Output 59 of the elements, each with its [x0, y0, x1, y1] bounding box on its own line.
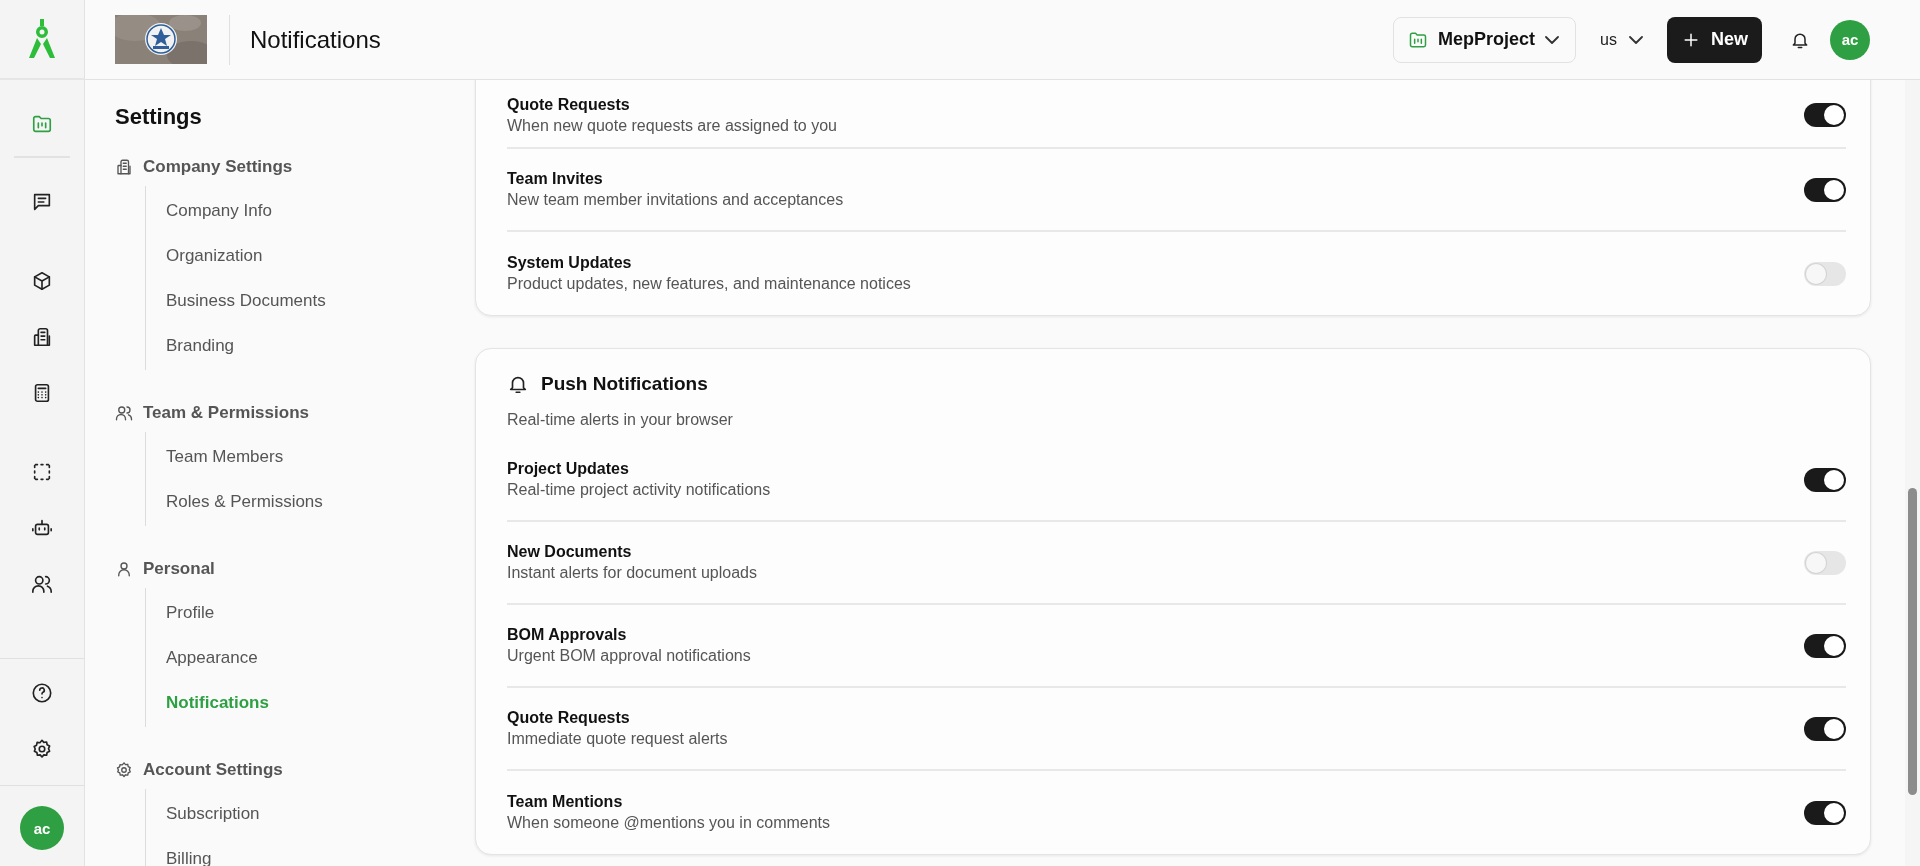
setting-description: Immediate quote request alerts	[507, 730, 728, 748]
setting-description: Real-time project activity notifications	[507, 481, 771, 499]
toggle-switch[interactable]	[1804, 716, 1846, 741]
logo-icon	[27, 19, 57, 59]
sidebar-item[interactable]: Appearance	[166, 635, 258, 680]
setting-title: BOM Approvals	[507, 626, 627, 644]
region-selector[interactable]: us	[1596, 26, 1647, 53]
sidebar-item[interactable]: Branding	[166, 323, 235, 368]
setting-description: When someone @mentions you in comments	[507, 814, 831, 832]
sidebar-item[interactable]: Company Info	[166, 188, 272, 233]
setting-title: Project Updates	[507, 460, 629, 478]
toggle-switch[interactable]	[1804, 177, 1846, 202]
setting-title: Quote Requests	[507, 709, 630, 727]
sidebar-item[interactable]: Organization	[166, 233, 263, 278]
settings-icon	[31, 738, 53, 760]
scrollbar[interactable]	[1905, 80, 1920, 866]
setting-title: Team Mentions	[507, 793, 623, 811]
toggle-switch[interactable]	[1804, 550, 1846, 575]
help-icon	[31, 682, 53, 704]
folder-chart-icon	[31, 113, 53, 135]
chevron-down-icon	[1629, 35, 1643, 44]
sidebar-item[interactable]: Subscription	[166, 791, 260, 836]
toggle-switch[interactable]	[1804, 103, 1846, 127]
project-selector[interactable]: MepProject	[1393, 16, 1577, 63]
setting-description: Urgent BOM approval notifications	[507, 647, 751, 665]
chevron-down-icon	[1545, 35, 1560, 44]
toggle-switch[interactable]	[1804, 261, 1846, 286]
section-heading: Personal	[143, 559, 215, 579]
building-icon	[115, 158, 133, 176]
new-button[interactable]: New	[1667, 16, 1762, 63]
setting-title: Team Invites	[507, 170, 603, 188]
settings-icon	[115, 761, 133, 779]
sidebar-item[interactable]: Team Members	[166, 434, 284, 479]
cube-icon	[31, 270, 53, 292]
page-title: Notifications	[250, 25, 381, 54]
setting-description: Instant alerts for document uploads	[507, 564, 757, 582]
sidebar-title: Settings	[115, 104, 203, 130]
setting-description: Product updates, new features, and maintenance notices	[507, 275, 911, 293]
setting-description: When new quote requests are assigned to you	[507, 116, 837, 135]
user-icon	[115, 560, 133, 578]
toggle-switch[interactable]	[1804, 633, 1846, 658]
users-icon	[31, 573, 53, 595]
sidebar-item[interactable]: Profile	[166, 590, 215, 635]
sidebar-item[interactable]: Business Documents	[166, 278, 326, 323]
setting-title: New Documents	[507, 543, 632, 561]
toggle-switch[interactable]	[1804, 800, 1846, 825]
setting-title: Quote Requests	[507, 95, 630, 114]
setting-description: New team member invitations and acceptances	[507, 191, 844, 209]
toggle-switch[interactable]	[1804, 467, 1846, 492]
users-icon	[115, 404, 133, 422]
section-heading: Account Settings	[143, 760, 283, 780]
message-icon	[31, 191, 53, 213]
card-subtitle: Real-time alerts in your browser	[507, 411, 734, 429]
sidebar-item[interactable]: Roles & Permissions	[166, 479, 323, 524]
building-icon	[31, 326, 53, 348]
setting-title: System Updates	[507, 254, 632, 272]
section-heading: Company Settings	[143, 157, 293, 177]
card-title: Push Notifications	[541, 373, 708, 395]
section-heading: Team & Permissions	[143, 403, 309, 423]
